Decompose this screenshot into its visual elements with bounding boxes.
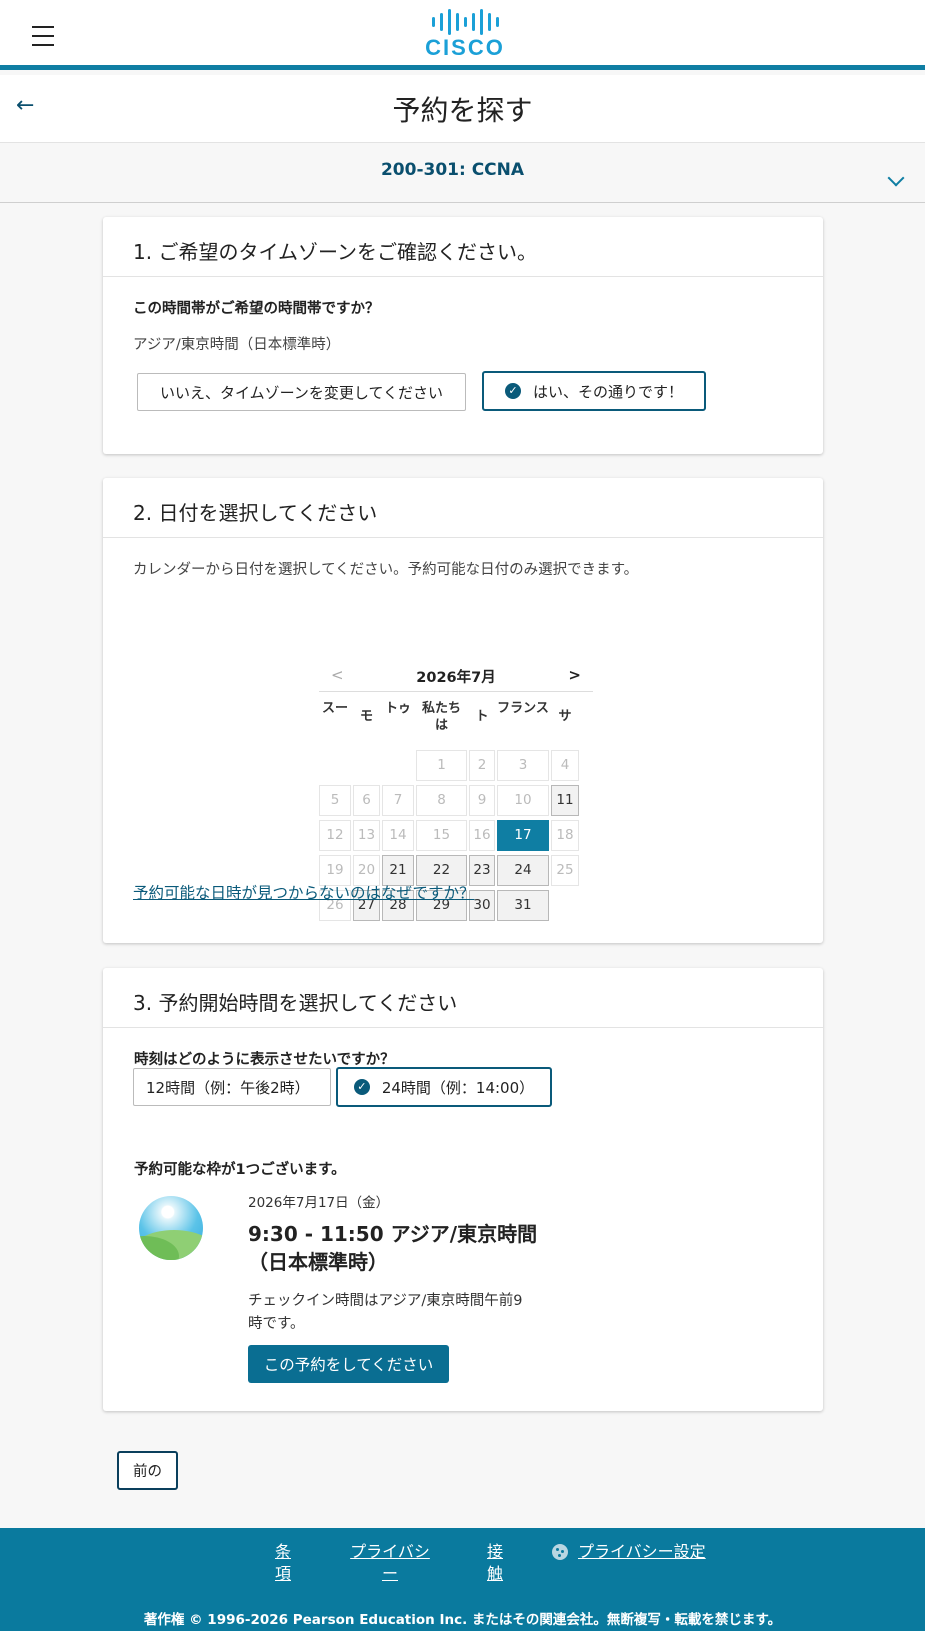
terms-label-1: 条 — [274, 1542, 291, 1561]
calendar-day[interactable]: 11 — [551, 785, 579, 816]
calendar-day: 10 — [497, 785, 549, 816]
slot-time-zone: （日本標準時） — [248, 1250, 388, 1274]
slot-date: 2026年7月17日（金） — [248, 1195, 390, 1211]
top-bar: CISCO — [0, 0, 925, 70]
calendar-day: 1 — [416, 750, 467, 781]
cookie-icon — [552, 1544, 568, 1560]
calendar-day: 25 — [551, 855, 579, 886]
weekday-header: 私たちは — [421, 701, 461, 733]
calendar: < 2026年7月 > スーモトゥ 私たちはトフランスサ 1 2 3 4 5 6 7 8 9 10 11… — [319, 660, 593, 921]
time-heading: 3. 予約開始時間を選択してください — [103, 968, 823, 1028]
calendar-day: 14 — [382, 820, 414, 851]
exam-selector[interactable]: 200-301: CCNA — [0, 143, 925, 203]
weekday-header: ト — [475, 709, 489, 724]
contact-link[interactable]: 接 触 — [484, 1541, 506, 1585]
timezone-card: 1. ご希望のタイムゾーンをご確認ください。 この時間帯がご希望の時間帯ですか？… — [103, 217, 823, 454]
previous-button[interactable]: 前の — [117, 1451, 178, 1490]
calendar-day: 15 — [416, 820, 467, 851]
calendar-nav: < 2026年7月 > — [319, 660, 593, 692]
calendar-day[interactable]: 31 — [497, 890, 549, 921]
footer: 条 項 プライバシ ー 接 触 プライバシー設定 著作権 © 1996-2026… — [0, 1528, 925, 1631]
unavailable-help-link[interactable]: 予約可能な日時が見つからないのはなぜですか？ — [133, 881, 474, 903]
terms-link[interactable]: 条 項 — [272, 1541, 294, 1585]
cisco-logo-bars — [415, 8, 515, 36]
cisco-logo[interactable]: CISCO — [415, 8, 515, 62]
calendar-day: 2 — [469, 750, 495, 781]
calendar-day: 12 — [319, 820, 351, 851]
calendar-day: 6 — [353, 785, 380, 816]
check-circle-icon: ✓ — [504, 383, 521, 399]
checkin-line-2: 時です。 — [248, 1316, 305, 1332]
time-format-question: 時刻はどのように表示させたいですか？ — [134, 1052, 395, 1068]
privacy-label-1: プライバシ — [350, 1542, 430, 1561]
date-heading: 2. 日付を選択してください — [103, 478, 823, 538]
checkin-line-1: チェックイン時間はアジア/東京時間午前9 — [248, 1293, 523, 1309]
menu-icon[interactable] — [32, 26, 54, 46]
unavailable-help-text: 予約可能な日時が見つからないのはなぜですか？ — [133, 884, 475, 902]
copyright: 著作権 © 1996-2026 Pearson Education Inc. ま… — [143, 1612, 782, 1628]
privacy-settings-label: プライバシー設定 — [578, 1542, 706, 1561]
exam-name: 200-301: CCNA — [380, 160, 525, 180]
title-bar: ← 予約を探す — [0, 75, 925, 143]
checkin-info: チェックイン時間はアジア/東京時間午前9 時です。 — [248, 1290, 523, 1336]
timezone-question: この時間帯がご希望の時間帯ですか？ — [133, 301, 380, 317]
calendar-day: 4 — [551, 750, 579, 781]
privacy-label-2: ー — [381, 1564, 398, 1583]
privacy-link[interactable]: プライバシ ー — [348, 1541, 432, 1585]
confirm-timezone-button[interactable]: ✓ はい、その通りです！ — [482, 371, 706, 411]
weekday-header: トゥ — [384, 701, 411, 716]
calendar-day: 16 — [469, 820, 495, 851]
calendar-month: 2026年7月 — [416, 670, 496, 686]
book-slot-label: この予約をしてください — [263, 1356, 434, 1374]
contact-label-2: 触 — [486, 1564, 503, 1583]
calendar-day: 3 — [497, 750, 549, 781]
format-24h-button[interactable]: ✓ 24時間（例：14:00） — [336, 1067, 552, 1107]
slot-time-range: 9:30 - 11:50 アジア/東京時間 — [248, 1222, 538, 1246]
weekday-header: フランス — [497, 701, 549, 716]
privacy-settings-link[interactable]: プライバシー設定 — [578, 1541, 706, 1563]
weekday-header: サ — [558, 709, 572, 724]
previous-label: 前の — [133, 1464, 162, 1480]
confirm-timezone-label: はい、その通りです！ — [532, 382, 683, 401]
calendar-day[interactable]: 24 — [497, 855, 549, 886]
daytime-sun-icon — [139, 1196, 203, 1260]
change-timezone-label: いいえ、タイムゾーンを変更してください — [159, 383, 444, 402]
date-instruction: カレンダーから日付を選択してください。予約可能な日付のみ選択できます。 — [133, 562, 639, 578]
weekday-header: モ — [359, 709, 373, 724]
calendar-day: 18 — [551, 820, 579, 851]
date-card: 2. 日付を選択してください カレンダーから日付を選択してください。予約可能な日… — [103, 478, 823, 943]
format-24h-label: 24時間（例：14:00） — [381, 1078, 535, 1097]
contact-label-1: 接 — [486, 1542, 503, 1561]
calendar-day-selected[interactable]: 17 — [497, 820, 549, 851]
timezone-heading: 1. ご希望のタイムゾーンをご確認ください。 — [103, 217, 823, 277]
calendar-day: 7 — [382, 785, 414, 816]
calendar-day: 9 — [469, 785, 495, 816]
slot-time: 9:30 - 11:50 アジア/東京時間 （日本標準時） — [248, 1220, 537, 1276]
book-slot-button[interactable]: この予約をしてください — [248, 1345, 449, 1383]
format-12h-label: 12時間（例：午後2時） — [146, 1078, 310, 1097]
cisco-logo-text: CISCO — [425, 35, 505, 60]
change-timezone-button[interactable]: いいえ、タイムゾーンを変更してください — [137, 373, 466, 411]
timezone-value: アジア/東京時間（日本標準時） — [133, 337, 341, 353]
weekday-header: スー — [321, 701, 348, 716]
format-12h-button[interactable]: 12時間（例：午後2時） — [133, 1068, 331, 1106]
calendar-day: 5 — [319, 785, 351, 816]
calendar-day: 8 — [416, 785, 467, 816]
time-card: 3. 予約開始時間を選択してください 時刻はどのように表示させたいですか？ 12… — [103, 968, 823, 1411]
calendar-day: 13 — [353, 820, 380, 851]
slots-count: 予約可能な枠が1つございます。 — [134, 1162, 346, 1178]
terms-label-2: 項 — [274, 1564, 291, 1583]
next-month-button[interactable]: > — [568, 666, 581, 684]
page-title: 予約を探す — [392, 94, 533, 127]
check-circle-icon: ✓ — [353, 1079, 370, 1095]
